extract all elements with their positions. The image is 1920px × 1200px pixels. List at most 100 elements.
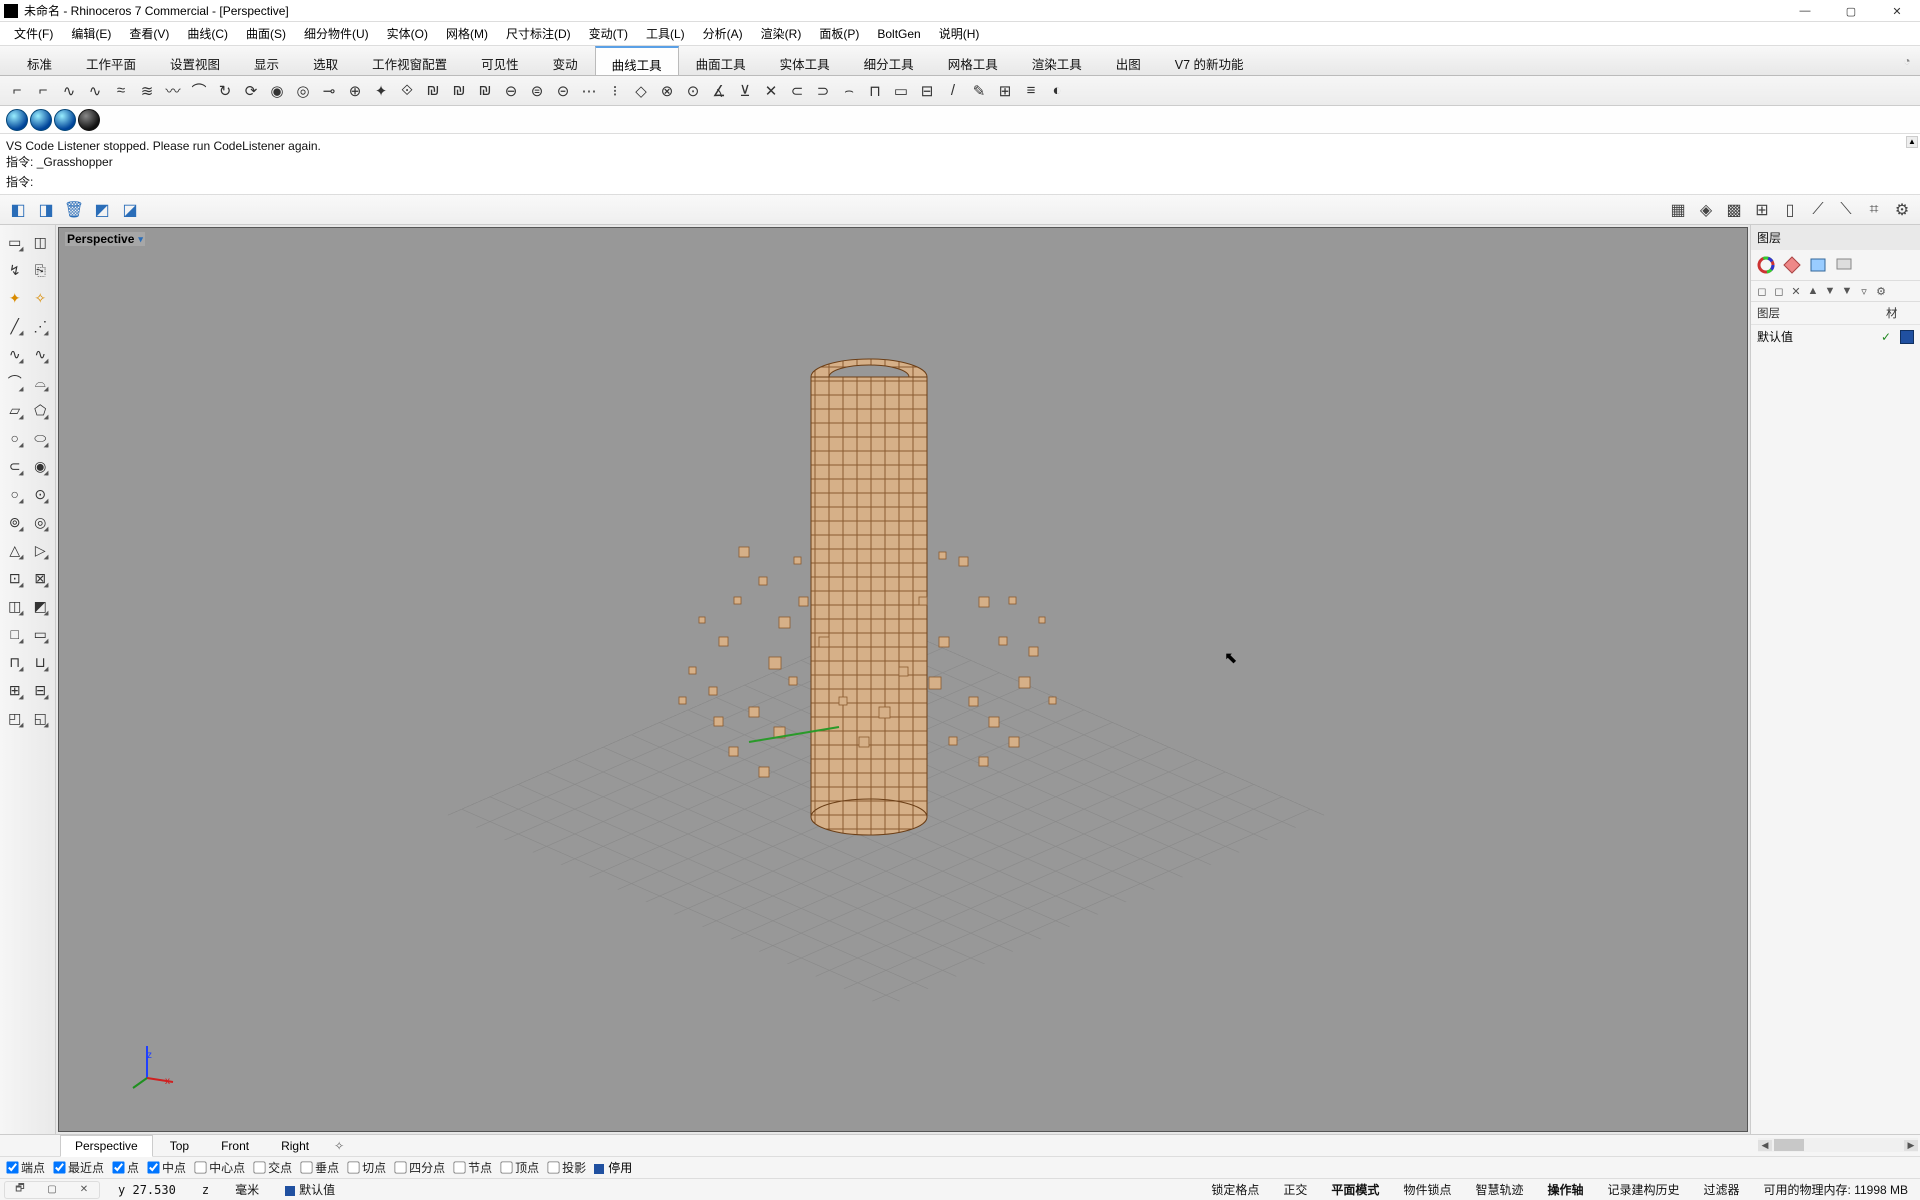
tool-icon[interactable]: ⟳ — [240, 80, 262, 102]
chamfer-icon[interactable]: ⌐ — [32, 80, 54, 102]
tool-icon[interactable]: ⊂ — [786, 80, 808, 102]
tool-icon[interactable]: ₪ — [474, 80, 496, 102]
copy-icon[interactable]: ⎘ — [29, 257, 53, 283]
offset-normal-icon[interactable]: ≋ — [136, 80, 158, 102]
ellipse-icon[interactable]: ⬭ — [29, 425, 53, 451]
tube-icon[interactable]: ⊚ — [3, 509, 27, 535]
status-planar[interactable]: 平面模式 — [1323, 1181, 1387, 1198]
delete-layer-icon[interactable]: ✕ — [1788, 283, 1804, 299]
menu-solid[interactable]: 实体(O) — [379, 22, 436, 45]
polyline-icon[interactable]: ⋰ — [29, 313, 53, 339]
osnap-end[interactable]: 端点 — [6, 1159, 45, 1176]
tool-icon[interactable]: ⌒ — [188, 80, 210, 102]
h-scrollbar[interactable]: ◀ ▶ — [1758, 1138, 1918, 1152]
circle-icon[interactable]: ○ — [3, 425, 27, 451]
menu-mesh[interactable]: 网格(M) — [438, 22, 496, 45]
cage-icon[interactable]: ◰ — [3, 705, 27, 731]
offset-icon[interactable]: ≈ — [110, 80, 132, 102]
new-layer-icon[interactable]: ◻ — [1754, 283, 1770, 299]
tool-icon[interactable]: ⊸ — [318, 80, 340, 102]
maximize-button[interactable]: ▢ — [1828, 0, 1874, 22]
layer-row-default[interactable]: 默认值 ✓ — [1751, 325, 1920, 348]
tool-icon[interactable]: ⁝ — [604, 80, 626, 102]
units[interactable]: 毫米 — [227, 1181, 267, 1198]
tool-icon[interactable]: ✦ — [370, 80, 392, 102]
arc-icon[interactable]: ⌒ — [3, 369, 27, 395]
osnap-knot[interactable]: 节点 — [453, 1159, 492, 1176]
tool-icon[interactable]: ⊕ — [344, 80, 366, 102]
tab-overflow-icon[interactable]: ◔ — [1894, 46, 1920, 75]
tool-icon[interactable]: ⊜ — [526, 80, 548, 102]
menu-view[interactable]: 查看(V) — [121, 22, 177, 45]
status-osnap[interactable]: 物件锁点 — [1395, 1181, 1459, 1198]
menu-dimension[interactable]: 尺寸标注(D) — [498, 22, 579, 45]
plane-icon[interactable]: ▭ — [29, 621, 53, 647]
scroll-up-icon[interactable]: ▲ — [1906, 136, 1918, 148]
viewport-title[interactable]: Perspective ▾ — [65, 232, 145, 246]
tab-standard[interactable]: 标准 — [10, 46, 69, 75]
lasso-icon[interactable]: ◫ — [29, 229, 53, 255]
mini-restore-icon[interactable]: 🗗 — [5, 1182, 35, 1198]
layer-color-swatch[interactable] — [1900, 330, 1914, 344]
array-icon[interactable]: ◱ — [29, 705, 53, 731]
box-icon[interactable]: □ — [3, 621, 27, 647]
mini-max-icon[interactable]: ▢ — [37, 1182, 67, 1198]
tab-render-tools[interactable]: 渲染工具 — [1015, 46, 1099, 75]
tool-icon[interactable]: ⊻ — [734, 80, 756, 102]
tool-icon[interactable]: ⊙ — [682, 80, 704, 102]
osnap-mid[interactable]: 中点 — [147, 1159, 186, 1176]
tool-icon[interactable]: ₪ — [422, 80, 444, 102]
status-smarttrack[interactable]: 智慧轨迹 — [1467, 1181, 1531, 1198]
box-icon[interactable]: ◧ — [6, 198, 30, 222]
menu-surface[interactable]: 曲面(S) — [238, 22, 294, 45]
grid-icon[interactable]: ▯ — [1778, 198, 1802, 222]
grid-icon[interactable]: ⌗ — [1862, 198, 1886, 222]
tab-solid-tools[interactable]: 实体工具 — [763, 46, 847, 75]
select-icon[interactable]: ◪ — [118, 198, 142, 222]
mesh-icon[interactable]: ◫ — [3, 593, 27, 619]
layers-tab-icon[interactable] — [1754, 253, 1778, 277]
cone-icon[interactable]: △ — [3, 537, 27, 563]
view-tab-perspective[interactable]: Perspective — [60, 1135, 153, 1157]
tab-v7-new[interactable]: V7 的新功能 — [1158, 46, 1261, 75]
freeform-icon[interactable]: ⊂ — [3, 453, 27, 479]
mini-close-icon[interactable]: ✕ — [69, 1182, 99, 1198]
grid-icon[interactable]: ⟋ — [1806, 198, 1830, 222]
tool-icon[interactable]: ✕ — [760, 80, 782, 102]
status-history[interactable]: 记录建构历史 — [1599, 1181, 1687, 1198]
arc3pt-icon[interactable]: ⌓ — [29, 369, 53, 395]
check-icon[interactable]: ✓ — [1872, 330, 1900, 344]
status-gumball[interactable]: 操作轴 — [1539, 1181, 1591, 1198]
down-icon[interactable]: ▼ — [1822, 283, 1838, 299]
tool-icon[interactable]: ◉ — [266, 80, 288, 102]
properties-tab-icon[interactable] — [1806, 253, 1830, 277]
tool-icon[interactable]: ⊖ — [500, 80, 522, 102]
osnap-perp[interactable]: 垂点 — [300, 1159, 339, 1176]
tool-icon[interactable]: ⊓ — [864, 80, 886, 102]
status-gridsnap[interactable]: 锁定格点 — [1203, 1181, 1267, 1198]
material-tab-icon[interactable] — [1780, 253, 1804, 277]
tool-icon[interactable]: ◇ — [630, 80, 652, 102]
revolve-icon[interactable]: ⊔ — [29, 649, 53, 675]
menu-boltgen[interactable]: BoltGen — [869, 24, 928, 44]
grid-icon[interactable]: ⚙ — [1890, 198, 1914, 222]
osnap-vertex[interactable]: 顶点 — [500, 1159, 539, 1176]
tool-icon[interactable]: ≡ — [1020, 80, 1042, 102]
osnap-int[interactable]: 交点 — [253, 1159, 292, 1176]
filter-icon[interactable]: ▼ — [1839, 283, 1855, 299]
tool-icon[interactable]: ⊃ — [812, 80, 834, 102]
gumball-icon[interactable]: ✦ — [3, 285, 27, 311]
tab-subd-tools[interactable]: 细分工具 — [847, 46, 931, 75]
osnap-point[interactable]: 点 — [112, 1159, 139, 1176]
tool-icon[interactable]: ∡ — [708, 80, 730, 102]
interp-icon[interactable]: ∿ — [29, 341, 53, 367]
tab-curve-tools[interactable]: 曲线工具 — [595, 46, 679, 75]
viewport-perspective[interactable]: Perspective ▾ — [58, 227, 1748, 1132]
render-mode-icon[interactable] — [54, 109, 76, 131]
osnap-disable[interactable]: 停用 — [594, 1159, 632, 1176]
grid-icon[interactable]: ⟍ — [1834, 198, 1858, 222]
extract-icon[interactable]: ⊟ — [29, 677, 53, 703]
tool-icon[interactable]: ₪ — [448, 80, 470, 102]
tool-icon[interactable]: / — [942, 80, 964, 102]
tool-icon[interactable]: ▭ — [890, 80, 912, 102]
